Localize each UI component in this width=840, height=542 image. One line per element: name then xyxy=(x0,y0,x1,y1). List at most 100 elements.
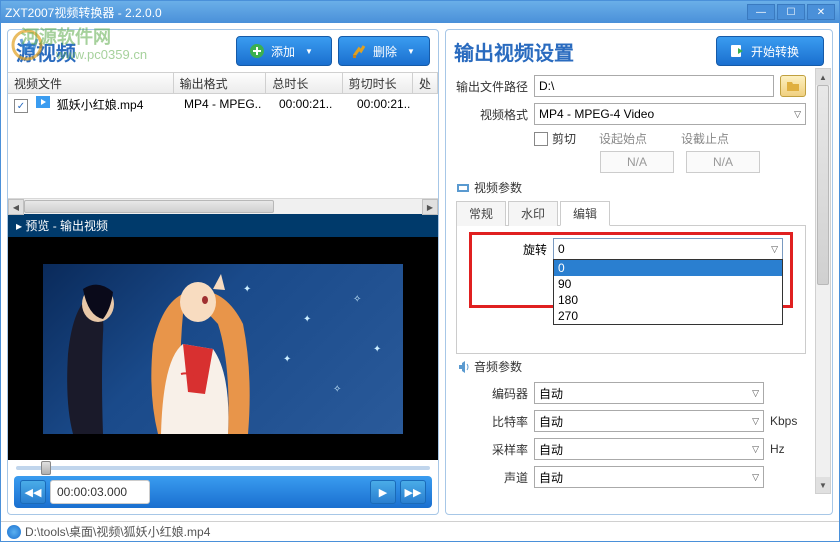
delete-icon xyxy=(351,43,367,59)
rotate-option-180[interactable]: 180 xyxy=(554,292,782,308)
rotate-option-270[interactable]: 270 xyxy=(554,308,782,324)
tab-edit[interactable]: 编辑 xyxy=(560,201,610,226)
scroll-right-button[interactable]: ▶ xyxy=(422,199,438,215)
endpoint-input[interactable] xyxy=(686,151,760,173)
col-cut-duration[interactable]: 剪切时长 xyxy=(343,73,413,93)
row-cut: 00:00:21.. xyxy=(351,97,423,111)
channel-select[interactable]: 自动▽ xyxy=(534,466,764,488)
samplerate-label: 采样率 xyxy=(456,441,528,458)
rewind-button[interactable]: ◀◀ xyxy=(20,480,46,504)
caret-down-icon: ▽ xyxy=(752,388,759,399)
samplerate-select[interactable]: 自动▽ xyxy=(534,438,764,460)
video-file-icon xyxy=(35,95,51,109)
add-icon xyxy=(249,43,265,59)
output-title: 输出视频设置 xyxy=(454,37,708,66)
audio-params-icon xyxy=(456,360,470,374)
outpath-input[interactable] xyxy=(534,75,774,97)
caret-down-icon: ▽ xyxy=(771,244,778,255)
caret-down-icon: ▼ xyxy=(407,47,415,56)
output-panel: 输出视频设置 开始转换 输出文件路径 视频格式 MP4 - xyxy=(445,29,833,515)
col-duration[interactable]: 总时长 xyxy=(266,73,342,93)
delete-label: 删除 xyxy=(373,43,397,60)
kbps-unit: Kbps xyxy=(770,414,806,428)
outpath-label: 输出文件路径 xyxy=(456,78,528,95)
time-display: 00:00:03.000 xyxy=(50,480,150,504)
window-title: ZXT2007视频转换器 - 2.2.0.0 xyxy=(5,4,745,21)
rotate-label: 旋转 xyxy=(507,238,547,258)
caret-down-icon: ▽ xyxy=(752,472,759,483)
convert-icon xyxy=(729,43,745,59)
video-params-icon xyxy=(456,181,470,195)
scroll-thumb[interactable] xyxy=(24,200,274,213)
tab-content: 旋转 0 ▽ 0 90 180 270 xyxy=(456,226,806,354)
startpoint-input[interactable] xyxy=(600,151,674,173)
table-body[interactable]: ✓ 狐妖小红娘.mp4 MP4 - MPEG.. 00:00:21.. 00:0… xyxy=(8,94,438,198)
scroll-up-button[interactable]: ▲ xyxy=(816,69,830,85)
tab-general[interactable]: 常规 xyxy=(456,201,506,226)
preview-area: ✦ ✦ ✧ ✦ ✧ ✦ xyxy=(8,237,438,460)
browse-button[interactable] xyxy=(780,75,806,97)
rotate-dropdown-list: 0 90 180 270 xyxy=(553,259,783,325)
minimize-button[interactable]: — xyxy=(747,4,775,20)
delete-button[interactable]: 删除 ▼ xyxy=(338,36,430,66)
player-controls: ◀◀ 00:00:03.000 ▶ ▶▶ xyxy=(14,476,432,508)
caret-down-icon: ▽ xyxy=(752,444,759,455)
source-panel: 源视频 添加 ▼ 删除 ▼ 视频文件 输出格式 总时长 剪切时长 处 xyxy=(7,29,439,515)
bitrate-select[interactable]: 自动▽ xyxy=(534,410,764,432)
horizontal-scrollbar[interactable]: ◀ ▶ xyxy=(8,198,438,214)
row-checkbox[interactable]: ✓ xyxy=(14,99,28,113)
folder-icon xyxy=(786,80,800,92)
video-params-header: 视频参数 xyxy=(446,175,816,200)
endpoint-label: 设截止点 xyxy=(670,130,740,147)
start-convert-button[interactable]: 开始转换 xyxy=(716,36,824,66)
character-2 xyxy=(133,264,273,434)
status-path: D:\tools\桌面\视频\狐妖小红娘.mp4 xyxy=(25,523,210,540)
cut-checkbox[interactable]: 剪切 xyxy=(534,130,576,147)
rotate-option-90[interactable]: 90 xyxy=(554,276,782,292)
channel-label: 声道 xyxy=(456,469,528,486)
play-button[interactable]: ▶ xyxy=(370,480,396,504)
scroll-down-button[interactable]: ▼ xyxy=(816,477,830,493)
encoder-label: 编码器 xyxy=(456,385,528,402)
titlebar: ZXT2007视频转换器 - 2.2.0.0 — ☐ ✕ xyxy=(1,1,839,23)
table-row[interactable]: ✓ 狐妖小红娘.mp4 MP4 - MPEG.. 00:00:21.. 00:0… xyxy=(8,94,438,114)
caret-down-icon: ▽ xyxy=(752,416,759,427)
seek-thumb[interactable] xyxy=(41,461,51,475)
tab-watermark[interactable]: 水印 xyxy=(508,201,558,226)
forward-button[interactable]: ▶▶ xyxy=(400,480,426,504)
statusbar: D:\tools\桌面\视频\狐妖小红娘.mp4 xyxy=(1,521,839,541)
hz-unit: Hz xyxy=(770,442,806,456)
bitrate-label: 比特率 xyxy=(456,413,528,430)
caret-down-icon: ▼ xyxy=(305,47,313,56)
table-header: 视频文件 输出格式 总时长 剪切时长 处 xyxy=(8,72,438,94)
encoder-select[interactable]: 自动▽ xyxy=(534,382,764,404)
vscroll-thumb[interactable] xyxy=(817,85,829,285)
preview-header[interactable]: ▸ 预览 - 输出视频 xyxy=(8,214,438,237)
startpoint-label: 设起始点 xyxy=(588,130,658,147)
watermark-logo-icon xyxy=(11,29,43,61)
add-button[interactable]: 添加 ▼ xyxy=(236,36,332,66)
seek-slider[interactable] xyxy=(16,466,430,470)
row-format: MP4 - MPEG.. xyxy=(178,97,273,111)
rotate-value: 0 xyxy=(558,242,565,256)
source-title: 源视频 xyxy=(16,37,230,66)
video-tabs: 常规 水印 编辑 xyxy=(456,200,806,226)
col-file[interactable]: 视频文件 xyxy=(8,73,174,93)
caret-down-icon: ▽ xyxy=(794,109,801,120)
rotate-dropdown[interactable]: 0 ▽ 0 90 180 270 xyxy=(553,238,783,260)
format-label: 视频格式 xyxy=(456,106,528,123)
format-select[interactable]: MP4 - MPEG-4 Video ▽ xyxy=(534,103,806,125)
rotate-option-0[interactable]: 0 xyxy=(554,260,782,276)
col-progress[interactable]: 处 xyxy=(413,73,438,93)
format-value: MP4 - MPEG-4 Video xyxy=(539,107,654,121)
maximize-button[interactable]: ☐ xyxy=(777,4,805,20)
vertical-scrollbar[interactable]: ▲ ▼ xyxy=(815,68,831,494)
add-label: 添加 xyxy=(271,43,295,60)
status-icon xyxy=(7,525,21,539)
close-button[interactable]: ✕ xyxy=(807,4,835,20)
start-label: 开始转换 xyxy=(751,43,799,60)
scroll-left-button[interactable]: ◀ xyxy=(8,199,24,215)
col-format[interactable]: 输出格式 xyxy=(174,73,267,93)
row-duration: 00:00:21.. xyxy=(273,97,351,111)
preview-frame: ✦ ✦ ✧ ✦ ✧ ✦ xyxy=(43,264,403,434)
